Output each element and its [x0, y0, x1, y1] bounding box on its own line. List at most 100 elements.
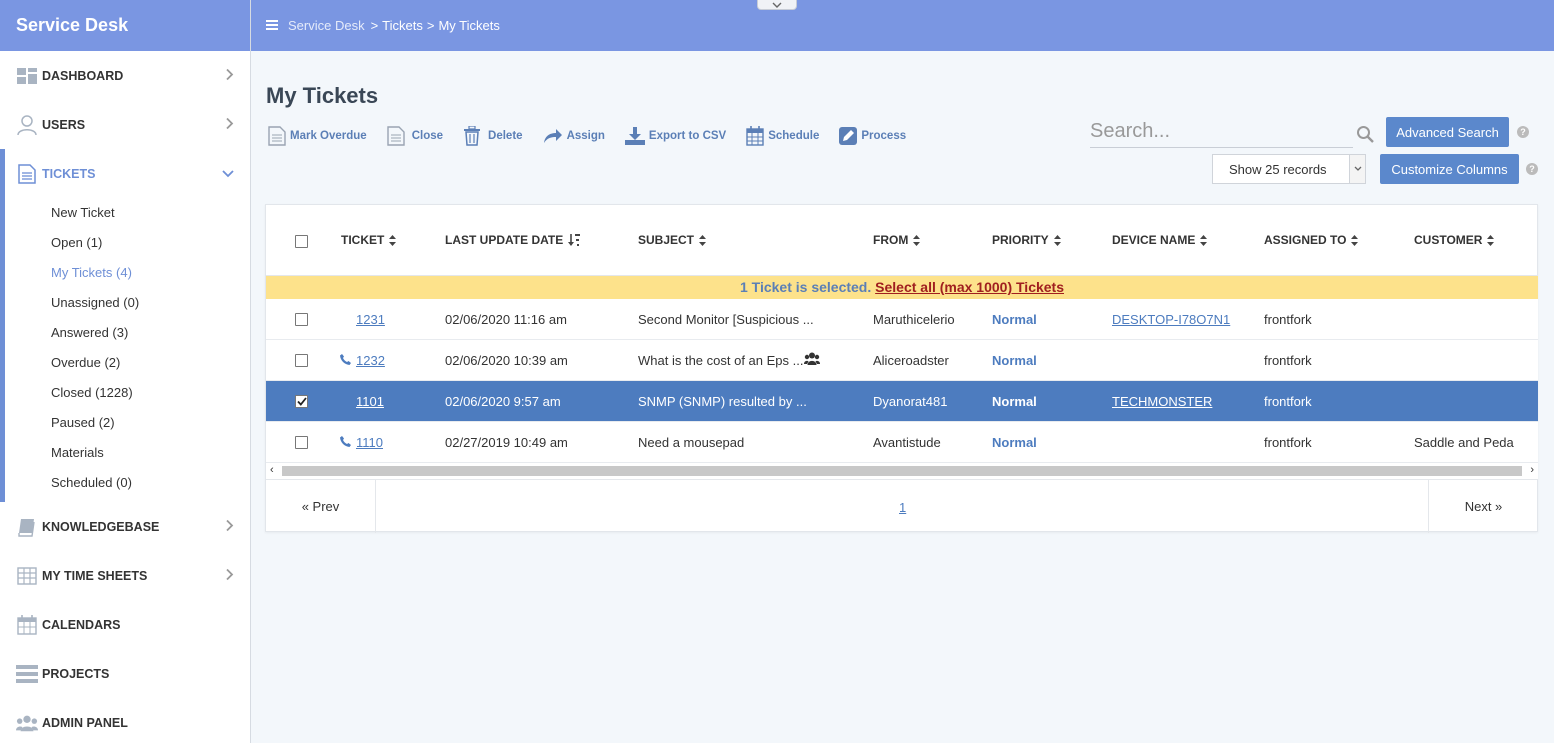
- process-label: Process: [861, 130, 907, 142]
- row-checkbox-checked[interactable]: [295, 395, 308, 408]
- share-arrow-icon: [543, 129, 562, 143]
- close-label: Close: [411, 130, 444, 142]
- column-header-ticket[interactable]: TICKET: [341, 233, 397, 247]
- row-checkbox[interactable]: [295, 354, 308, 367]
- users-group-icon: [804, 352, 820, 368]
- sub-overdue[interactable]: Overdue (2): [5, 348, 250, 378]
- last-update-date: 02/06/2020 11:16 am: [445, 312, 567, 327]
- sub-paused[interactable]: Paused (2): [5, 408, 250, 438]
- sub-unassigned[interactable]: Unassigned (0): [5, 288, 250, 318]
- schedule-button[interactable]: Schedule: [746, 126, 819, 146]
- ticket-id-link[interactable]: 1232: [356, 353, 385, 368]
- schedule-label: Schedule: [768, 130, 820, 142]
- customer: Saddle and Peda: [1414, 435, 1514, 450]
- mark-overdue-button[interactable]: Mark Overdue: [268, 126, 367, 146]
- device-name-link[interactable]: DESKTOP-I78O7N1: [1112, 312, 1230, 327]
- table-row-selected[interactable]: 1101 02/06/2020 9:57 am SNMP (SNMP) resu…: [266, 381, 1538, 422]
- breadcrumb-separator: >: [426, 18, 435, 33]
- close-button[interactable]: Close: [387, 126, 443, 146]
- sub-new-ticket[interactable]: New Ticket: [5, 198, 250, 228]
- export-csv-button[interactable]: Export to CSV: [624, 127, 727, 145]
- ticket-id-link[interactable]: 1231: [356, 312, 385, 327]
- sub-materials[interactable]: Materials: [5, 438, 250, 468]
- nav-dashboard[interactable]: DASHBOARD: [0, 51, 250, 100]
- ticket-id-link[interactable]: 1110: [356, 435, 383, 450]
- collapse-tab[interactable]: [757, 0, 797, 10]
- export-csv-label: Export to CSV: [648, 130, 727, 142]
- last-update-date: 02/06/2020 9:57 am: [445, 394, 561, 409]
- search-icon[interactable]: [1356, 125, 1374, 146]
- scroll-left-icon[interactable]: ‹: [270, 464, 274, 476]
- next-page-button[interactable]: Next »: [1428, 480, 1538, 533]
- row-checkbox[interactable]: [295, 313, 308, 326]
- calendar-icon: [746, 126, 764, 146]
- sub-my-tickets[interactable]: My Tickets (4): [5, 258, 250, 288]
- nav-projects-label: PROJECTS: [42, 666, 110, 681]
- sort-desc-icon: [568, 234, 581, 246]
- sub-closed[interactable]: Closed (1228): [5, 378, 250, 408]
- process-button[interactable]: Process: [839, 127, 906, 145]
- nav-projects[interactable]: PROJECTS: [0, 649, 250, 698]
- search-input[interactable]: [1090, 116, 1350, 146]
- app-brand[interactable]: Service Desk: [0, 0, 250, 51]
- scroll-right-icon[interactable]: ›: [1530, 464, 1534, 476]
- column-header-last-update[interactable]: LAST UPDATE DATE: [445, 233, 581, 247]
- ticket-id-link[interactable]: 1101: [356, 394, 384, 409]
- table-row[interactable]: 1231 02/06/2020 11:16 am Second Monitor …: [266, 299, 1538, 340]
- column-header-label: CUSTOMER: [1414, 233, 1483, 247]
- column-header-device-name[interactable]: DEVICE NAME: [1112, 233, 1208, 247]
- ticket-subject[interactable]: SNMP (SNMP) resulted by ...: [638, 394, 807, 409]
- nav-knowledgebase[interactable]: KNOWLEDGEBASE: [0, 502, 250, 551]
- chevron-down-icon: [1349, 155, 1365, 183]
- nav-users[interactable]: USERS: [0, 100, 250, 149]
- help-icon[interactable]: ?: [1517, 126, 1529, 138]
- tickets-group: TICKETS New Ticket Open (1) My Tickets (…: [0, 149, 250, 502]
- document-icon: [16, 163, 38, 185]
- nav-calendars[interactable]: CALENDARS: [0, 600, 250, 649]
- sort-icon: [699, 234, 707, 246]
- assigned-to: frontfork: [1264, 394, 1312, 409]
- scrollbar-thumb[interactable]: [282, 466, 1522, 476]
- assigned-to: frontfork: [1264, 353, 1312, 368]
- table-row[interactable]: 1110 02/27/2019 10:49 am Need a mousepad…: [266, 422, 1538, 463]
- ticket-subject[interactable]: What is the cost of an Eps ...: [638, 353, 803, 368]
- delete-button[interactable]: Delete: [463, 126, 523, 146]
- sub-scheduled[interactable]: Scheduled (0): [5, 468, 250, 498]
- help-icon[interactable]: ?: [1526, 163, 1538, 175]
- records-per-page-select[interactable]: Show 25 records: [1212, 154, 1366, 184]
- breadcrumb-section[interactable]: Tickets: [382, 18, 423, 33]
- sub-open[interactable]: Open (1): [5, 228, 250, 258]
- assign-button[interactable]: Assign: [543, 128, 605, 144]
- table-row[interactable]: 1232 02/06/2020 10:39 am What is the cos…: [266, 340, 1538, 381]
- nav-tickets[interactable]: TICKETS: [5, 149, 250, 198]
- page-number-link[interactable]: 1: [899, 500, 906, 515]
- prev-page-button[interactable]: « Prev: [266, 480, 376, 533]
- column-header-assigned-to[interactable]: ASSIGNED TO: [1264, 233, 1359, 247]
- select-all-checkbox[interactable]: [295, 235, 308, 248]
- select-all-tickets-link[interactable]: Select all (max 1000) Tickets: [875, 279, 1064, 295]
- nav-timesheets[interactable]: MY TIME SHEETS: [0, 551, 250, 600]
- column-header-label: SUBJECT: [638, 233, 695, 247]
- customize-columns-button[interactable]: Customize Columns: [1380, 154, 1519, 184]
- column-header-priority[interactable]: PRIORITY: [992, 233, 1061, 247]
- breadcrumb-current: My Tickets: [438, 18, 500, 33]
- column-header-label: FROM: [873, 233, 909, 247]
- nav-users-label: USERS: [42, 117, 86, 132]
- nav-admin-panel[interactable]: ADMIN PANEL: [0, 698, 250, 743]
- horizontal-scrollbar[interactable]: ‹ ›: [266, 463, 1538, 479]
- column-header-from[interactable]: FROM: [873, 233, 921, 247]
- ticket-subject[interactable]: Need a mousepad: [638, 435, 744, 450]
- advanced-search-button[interactable]: Advanced Search: [1386, 117, 1509, 147]
- chevron-right-icon: [226, 568, 234, 583]
- column-header-subject[interactable]: SUBJECT: [638, 233, 707, 247]
- breadcrumb-root[interactable]: Service Desk: [288, 18, 365, 33]
- edit-icon: [839, 127, 858, 145]
- hamburger-menu-icon[interactable]: [266, 18, 278, 33]
- ticket-subject[interactable]: Second Monitor [Suspicious ...: [638, 312, 814, 327]
- selection-banner: 1 Ticket is selected. Select all (max 10…: [266, 276, 1538, 299]
- sub-answered[interactable]: Answered (3): [5, 318, 250, 348]
- row-checkbox[interactable]: [295, 436, 308, 449]
- phone-icon: [340, 353, 351, 368]
- device-name-link[interactable]: TECHMONSTER: [1112, 394, 1212, 409]
- column-header-customer[interactable]: CUSTOMER: [1414, 233, 1495, 247]
